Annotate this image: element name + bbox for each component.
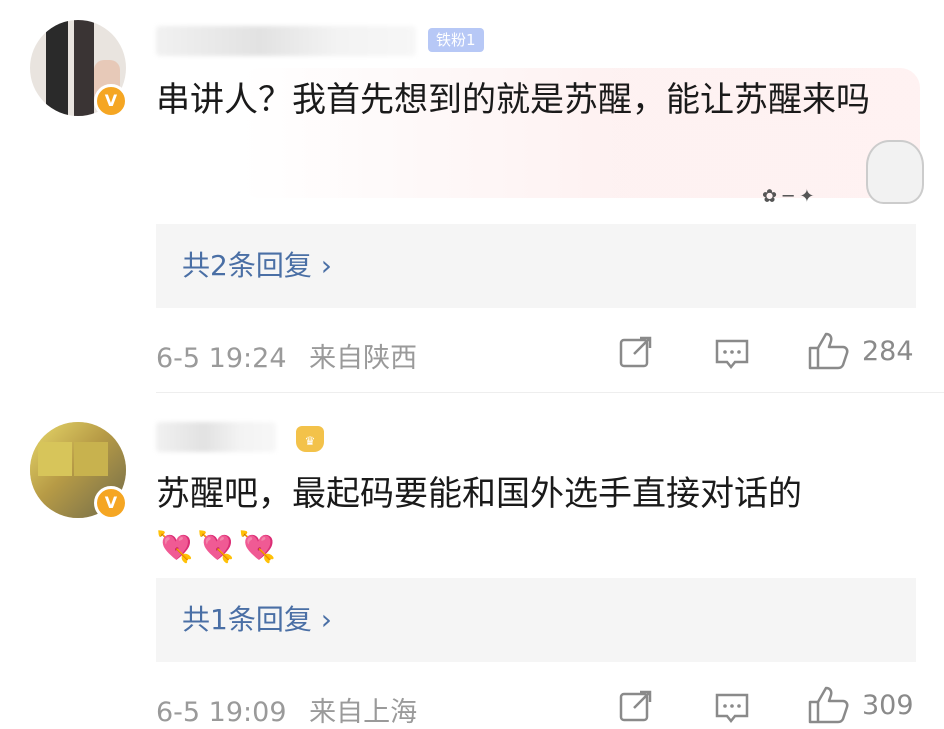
heart-arrow-emoji: 💘 [197, 530, 235, 565]
view-replies-link[interactable]: 共1条回复 › [182, 578, 332, 662]
crown-icon: ♛ [296, 426, 324, 452]
comment-text-line: 苏醒吧，最起码要能和国外选手直接对话的 [156, 474, 802, 514]
comment-item: V ♛ 苏醒吧，最起码要能和国外选手直接对话的 💘 💘 💘 共1条回复 › 6-5 … [0, 394, 944, 728]
heart-arrow-emoji: 💘 [238, 530, 277, 565]
username-blurred[interactable] [156, 422, 276, 452]
comment-meta: 6-5 19:09 来自上海 [156, 690, 431, 729]
share-icon[interactable] [618, 334, 654, 370]
comment-item: V 铁粉1 ✿ ─ ✦ 串讲人？我首先想到的就是苏醒，能让苏醒来吗 共2条回复 … [0, 0, 944, 392]
fan-level-badge: 铁粉1 [428, 28, 484, 52]
replies-box[interactable]: 共1条回复 › [156, 578, 916, 662]
username-blurred[interactable] [156, 26, 416, 56]
like-count: 284 [862, 336, 914, 367]
comment-time: 6-5 19:09 [156, 697, 287, 728]
avatar-image-part [46, 20, 68, 116]
verified-icon: V [94, 84, 128, 118]
share-icon[interactable] [618, 688, 654, 724]
comment-time: 6-5 19:24 [156, 343, 287, 374]
replies-box[interactable]: 共2条回复 › [156, 224, 916, 308]
heart-arrow-emoji: 💘 [156, 530, 194, 565]
comment-meta: 6-5 19:24 来自陕西 [156, 336, 431, 375]
avatar-image-part [74, 20, 94, 116]
comment-icon[interactable] [714, 336, 750, 372]
comment-text: 串讲人？我首先想到的就是苏醒，能让苏醒来吗 [156, 80, 870, 120]
like-icon[interactable] [806, 684, 850, 726]
view-replies-link[interactable]: 共2条回复 › [182, 224, 332, 308]
emoji-row: 💘 💘 💘 [156, 520, 896, 574]
like-count: 309 [862, 690, 914, 721]
verified-icon: V [94, 486, 128, 520]
comment-location: 来自陕西 [309, 343, 418, 374]
comment-icon[interactable] [714, 690, 750, 726]
avatar-image-part [38, 442, 72, 476]
divider [156, 392, 944, 393]
like-icon[interactable] [806, 330, 850, 372]
flower-icon: ✿ ─ ✦ [762, 186, 815, 207]
comment-text: 苏醒吧，最起码要能和国外选手直接对话的 💘 💘 💘 [156, 468, 896, 574]
comment-location: 来自上海 [309, 697, 418, 728]
cat-sticker-icon [866, 140, 924, 204]
avatar-image-part [74, 442, 108, 476]
